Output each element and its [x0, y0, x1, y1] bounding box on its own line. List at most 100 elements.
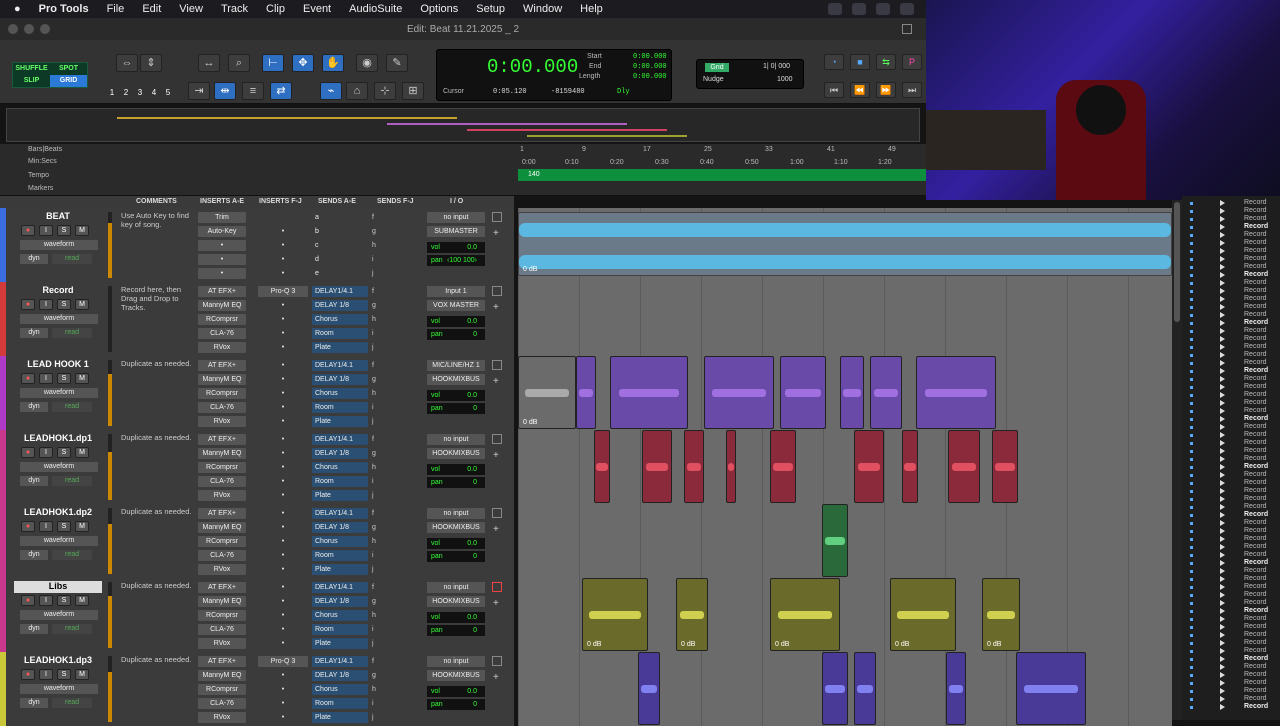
disclosure-triangle-icon[interactable] — [1220, 400, 1226, 406]
apple-icon[interactable]: ● — [14, 3, 21, 15]
insert-fj-slot[interactable]: • — [258, 240, 308, 251]
clip-list-item[interactable]: Record — [1244, 607, 1268, 614]
disclosure-triangle-icon[interactable] — [1220, 576, 1226, 582]
volume-display[interactable]: vol 0.0 — [427, 612, 485, 623]
track-color-strip[interactable] — [0, 652, 6, 726]
disclosure-triangle-icon[interactable] — [1220, 504, 1226, 510]
menu-track[interactable]: Track — [221, 3, 248, 15]
spot-mode[interactable]: SPOT — [50, 63, 87, 75]
record-enable-button[interactable]: ● — [21, 299, 35, 310]
insert-slot[interactable]: RVox — [198, 638, 246, 649]
track-view-selector[interactable]: waveform — [20, 388, 98, 398]
disclosure-triangle-icon[interactable] — [1220, 624, 1226, 630]
audio-clip[interactable] — [770, 430, 796, 503]
send-slot[interactable]: DELAY1/4.1 — [312, 286, 368, 297]
disclosure-triangle-icon[interactable] — [1220, 344, 1226, 350]
clip-list-item[interactable]: Record — [1244, 375, 1267, 382]
minimize-icon[interactable] — [24, 24, 34, 34]
insert-slot[interactable]: RVox — [198, 342, 246, 353]
status-icon[interactable] — [876, 3, 890, 15]
send-fj-slot[interactable]: f — [372, 658, 374, 665]
add-icon[interactable]: + — [493, 302, 499, 313]
disclosure-triangle-icon[interactable] — [1220, 520, 1226, 526]
send-fj-slot[interactable]: j — [372, 344, 374, 351]
send-slot[interactable]: Room — [312, 698, 368, 709]
insert-fj-slot[interactable]: • — [258, 360, 308, 371]
mute-button[interactable]: M — [75, 447, 89, 458]
audio-clip[interactable]: 0 dB — [518, 212, 1172, 276]
insert-slot[interactable]: CLA-76 — [198, 550, 246, 561]
start-value[interactable]: 0:00.000 — [633, 53, 667, 61]
input-selector[interactable]: MIC/LINE/HZ 1 — [427, 360, 485, 371]
insert-slot[interactable]: RComprsr — [198, 610, 246, 621]
send-slot[interactable]: DELAY 1/8 — [312, 448, 368, 459]
volume-value[interactable]: 0.0 — [467, 538, 477, 549]
track-comment[interactable]: Duplicate as needed. — [121, 507, 193, 516]
disclosure-triangle-icon[interactable] — [1220, 600, 1226, 606]
tempo-value[interactable]: 140 — [528, 171, 540, 178]
record-enable-button[interactable]: ● — [21, 225, 35, 236]
clip-list-item[interactable]: Record — [1244, 423, 1267, 430]
track-color-strip[interactable] — [0, 504, 6, 578]
send-slot[interactable]: DELAY1/4.1 — [312, 360, 368, 371]
stop-icon[interactable]: ■ — [850, 54, 870, 70]
send-slot[interactable]: b — [312, 226, 368, 237]
clip-list-item[interactable]: Record — [1244, 447, 1267, 454]
track-name[interactable]: BEAT — [14, 211, 102, 223]
mute-button[interactable]: M — [75, 669, 89, 680]
mute-button[interactable]: M — [75, 373, 89, 384]
clip-list-item[interactable]: Record — [1244, 295, 1267, 302]
clip-list-item[interactable]: Record — [1244, 471, 1267, 478]
disclosure-triangle-icon[interactable] — [1220, 232, 1226, 238]
insert-fj-slot[interactable]: • — [258, 328, 308, 339]
disclosure-triangle-icon[interactable] — [1220, 664, 1226, 670]
audio-clip[interactable]: 0 dB — [890, 578, 956, 651]
send-slot[interactable]: Chorus — [312, 462, 368, 473]
insert-fj-slot[interactable]: • — [258, 226, 308, 237]
automation-mode-selector[interactable]: read — [52, 550, 92, 560]
disclosure-triangle-icon[interactable] — [1220, 280, 1226, 286]
insert-slot[interactable]: AT EFX+ — [198, 582, 246, 593]
track-comment[interactable]: Duplicate as needed. — [121, 359, 193, 368]
volume-value[interactable]: 0.0 — [467, 612, 477, 623]
disclosure-triangle-icon[interactable] — [1220, 200, 1226, 206]
disclosure-triangle-icon[interactable] — [1220, 632, 1226, 638]
disclosure-triangle-icon[interactable] — [1220, 288, 1226, 294]
track-color-strip[interactable] — [0, 578, 6, 652]
menu-options[interactable]: Options — [420, 3, 458, 15]
disclosure-triangle-icon[interactable] — [1220, 328, 1226, 334]
audio-clip[interactable] — [638, 652, 660, 725]
send-slot[interactable]: Plate — [312, 416, 368, 427]
clip-list-item[interactable]: Record — [1244, 559, 1268, 566]
insert-slot[interactable]: CLA-76 — [198, 476, 246, 487]
send-fj-slot[interactable]: j — [372, 418, 374, 425]
disclosure-triangle-icon[interactable] — [1220, 472, 1226, 478]
keyboard-focus-icon[interactable]: ⊞ — [402, 82, 424, 100]
insert-slot[interactable]: RComprsr — [198, 388, 246, 399]
vertical-scrollbar[interactable] — [1172, 196, 1182, 720]
clip-list-item[interactable]: Record — [1244, 335, 1267, 342]
audio-clip[interactable] — [1016, 652, 1086, 725]
zoom-preset-5[interactable]: 5 — [162, 86, 174, 99]
record-enable-button[interactable]: ● — [21, 521, 35, 532]
insert-fj-slot[interactable]: • — [258, 712, 308, 723]
rewind-icon[interactable]: ⏪ — [850, 82, 870, 98]
clip-list-item[interactable]: Record — [1244, 383, 1267, 390]
clip-list-item[interactable]: Record — [1244, 631, 1267, 638]
insert-fj-slot[interactable]: • — [258, 596, 308, 607]
disclosure-triangle-icon[interactable] — [1220, 496, 1226, 502]
audio-clip[interactable] — [822, 504, 848, 577]
send-fj-slot[interactable]: j — [372, 492, 374, 499]
audio-clip[interactable]: 0 dB — [518, 356, 576, 429]
add-icon[interactable]: + — [493, 228, 499, 239]
insert-fj-slot[interactable]: • — [258, 490, 308, 501]
automation-mode-selector[interactable]: read — [52, 698, 92, 708]
fast-forward-icon[interactable]: ⏩ — [876, 82, 896, 98]
trim-tool-icon[interactable]: ⊢ — [262, 54, 284, 72]
insert-slot[interactable]: RVox — [198, 712, 246, 723]
clip-list-item[interactable]: Record — [1244, 575, 1267, 582]
menu-audiosuite[interactable]: AudioSuite — [349, 3, 402, 15]
solo-button[interactable]: S — [57, 299, 71, 310]
input-monitor-button[interactable]: I — [39, 447, 53, 458]
menu-edit[interactable]: Edit — [142, 3, 161, 15]
